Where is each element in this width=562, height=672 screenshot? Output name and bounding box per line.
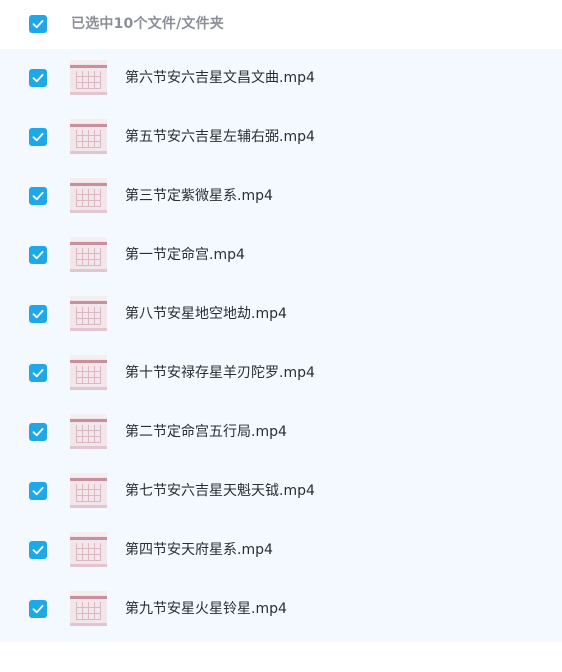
file-name[interactable]: 第八节安星地空地劫.mp4: [125, 305, 287, 323]
row-checkbox[interactable]: [29, 246, 47, 264]
checkmark-icon: [32, 251, 44, 260]
file-row[interactable]: 第四节安天府星系.mp4: [0, 521, 562, 580]
row-checkbox[interactable]: [29, 482, 47, 500]
file-name[interactable]: 第五节安六吉星左辅右弼.mp4: [125, 128, 315, 146]
selection-count-label: 已选中10个文件/文件夹: [71, 16, 224, 32]
file-name[interactable]: 第九节安星火星铃星.mp4: [125, 600, 287, 618]
file-name[interactable]: 第三节定紫微星系.mp4: [125, 187, 273, 205]
checkmark-icon: [32, 133, 44, 142]
video-thumbnail-icon: [70, 591, 107, 626]
file-row[interactable]: 第二节定命宫五行局.mp4: [0, 403, 562, 462]
file-row[interactable]: 第三节定紫微星系.mp4: [0, 167, 562, 226]
selection-header: 已选中10个文件/文件夹: [0, 0, 562, 49]
checkmark-icon: [32, 310, 44, 319]
row-checkbox[interactable]: [29, 423, 47, 441]
file-name[interactable]: 第二节定命宫五行局.mp4: [125, 423, 287, 441]
row-checkbox[interactable]: [29, 69, 47, 87]
select-all-checkbox[interactable]: [29, 15, 47, 33]
row-checkbox[interactable]: [29, 187, 47, 205]
file-list: 第六节安六吉星文昌文曲.mp4 第五节安六吉星左辅右弼.mp4 第三节定紫微星系…: [0, 49, 562, 642]
video-thumbnail-icon: [70, 237, 107, 272]
row-checkbox[interactable]: [29, 600, 47, 618]
file-name[interactable]: 第一节定命宫.mp4: [125, 246, 245, 264]
video-thumbnail-icon: [70, 296, 107, 331]
checkmark-icon: [32, 369, 44, 378]
file-row[interactable]: 第十节安禄存星羊刃陀罗.mp4: [0, 344, 562, 403]
checkmark-icon: [32, 546, 44, 555]
file-row[interactable]: 第七节安六吉星天魁天钺.mp4: [0, 462, 562, 521]
row-checkbox[interactable]: [29, 541, 47, 559]
file-row[interactable]: 第八节安星地空地劫.mp4: [0, 285, 562, 344]
video-thumbnail-icon: [70, 532, 107, 567]
checkmark-icon: [32, 192, 44, 201]
file-name[interactable]: 第六节安六吉星文昌文曲.mp4: [125, 69, 315, 87]
file-name[interactable]: 第四节安天府星系.mp4: [125, 541, 273, 559]
file-name[interactable]: 第七节安六吉星天魁天钺.mp4: [125, 482, 315, 500]
checkmark-icon: [32, 487, 44, 496]
file-name[interactable]: 第十节安禄存星羊刃陀罗.mp4: [125, 364, 315, 382]
video-thumbnail-icon: [70, 414, 107, 449]
file-row[interactable]: 第一节定命宫.mp4: [0, 226, 562, 285]
checkmark-icon: [32, 74, 44, 83]
file-row[interactable]: 第六节安六吉星文昌文曲.mp4: [0, 49, 562, 108]
video-thumbnail-icon: [70, 60, 107, 95]
row-checkbox[interactable]: [29, 128, 47, 146]
file-row[interactable]: 第五节安六吉星左辅右弼.mp4: [0, 108, 562, 167]
file-row[interactable]: 第九节安星火星铃星.mp4: [0, 580, 562, 639]
video-thumbnail-icon: [70, 178, 107, 213]
row-checkbox[interactable]: [29, 305, 47, 323]
checkmark-icon: [32, 605, 44, 614]
checkmark-icon: [32, 20, 44, 29]
checkmark-icon: [32, 428, 44, 437]
video-thumbnail-icon: [70, 355, 107, 390]
video-thumbnail-icon: [70, 119, 107, 154]
row-checkbox[interactable]: [29, 364, 47, 382]
video-thumbnail-icon: [70, 473, 107, 508]
